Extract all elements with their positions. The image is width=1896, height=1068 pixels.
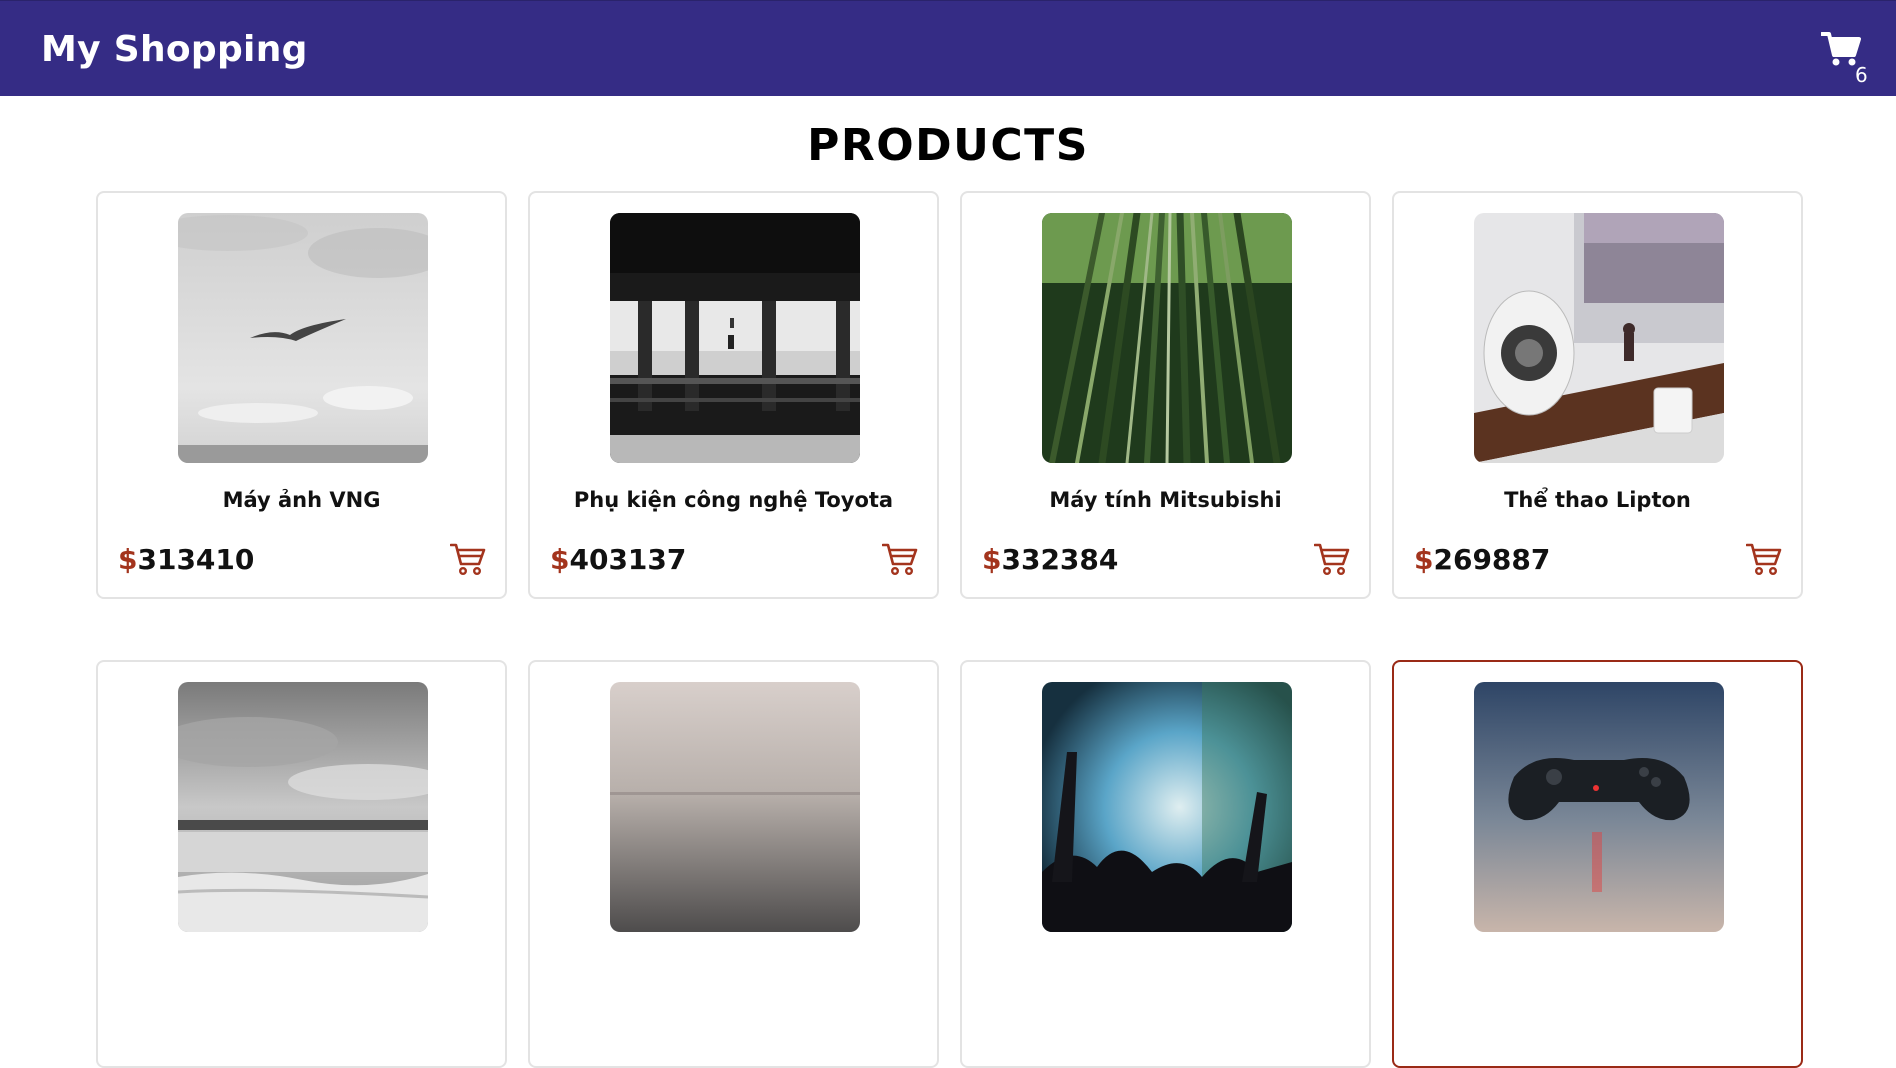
- product-card[interactable]: [960, 660, 1371, 1068]
- product-card[interactable]: [528, 660, 939, 1068]
- cart-icon: [1821, 32, 1861, 66]
- product-grid: Máy ảnh VNG $313410 Phụ kiện công nghệ T…: [96, 191, 1804, 1068]
- product-image[interactable]: [178, 682, 428, 932]
- product-name: Máy tính Mitsubishi: [1049, 488, 1282, 512]
- add-to-cart-button[interactable]: [881, 542, 918, 576]
- cart-outline-icon: [1745, 543, 1782, 576]
- cart-button[interactable]: 6: [1818, 29, 1878, 89]
- product-price: $269887: [1414, 543, 1551, 576]
- product-price: $332384: [982, 543, 1119, 576]
- page-title: PRODUCTS: [807, 120, 1089, 171]
- app-header: My Shopping 6: [0, 0, 1896, 96]
- product-card[interactable]: [96, 660, 507, 1068]
- product-name: Máy ảnh VNG: [222, 488, 381, 512]
- product-price: $403137: [550, 543, 687, 576]
- product-price: $313410: [118, 543, 255, 576]
- product-image[interactable]: [610, 213, 860, 463]
- cart-outline-icon: [449, 543, 486, 576]
- cart-count-badge: 6: [1855, 63, 1868, 87]
- add-to-cart-button[interactable]: [1313, 542, 1350, 576]
- cart-outline-icon: [1313, 543, 1350, 576]
- product-image[interactable]: [1474, 682, 1724, 932]
- product-image[interactable]: [1042, 682, 1292, 932]
- product-name: Thể thao Lipton: [1504, 488, 1691, 512]
- product-image[interactable]: [1474, 213, 1724, 463]
- product-card[interactable]: Phụ kiện công nghệ Toyota $403137: [528, 191, 939, 599]
- product-card[interactable]: Máy tính Mitsubishi $332384: [960, 191, 1371, 599]
- product-image[interactable]: [610, 682, 860, 932]
- brand-title[interactable]: My Shopping: [41, 29, 308, 70]
- product-card[interactable]: Máy ảnh VNG $313410: [96, 191, 507, 599]
- cart-outline-icon: [881, 543, 918, 576]
- add-to-cart-button[interactable]: [449, 542, 486, 576]
- product-card[interactable]: [1392, 660, 1803, 1068]
- product-image[interactable]: [178, 213, 428, 463]
- product-image[interactable]: [1042, 213, 1292, 463]
- product-card[interactable]: Thể thao Lipton $269887: [1392, 191, 1803, 599]
- add-to-cart-button[interactable]: [1745, 542, 1782, 576]
- product-name: Phụ kiện công nghệ Toyota: [573, 488, 894, 512]
